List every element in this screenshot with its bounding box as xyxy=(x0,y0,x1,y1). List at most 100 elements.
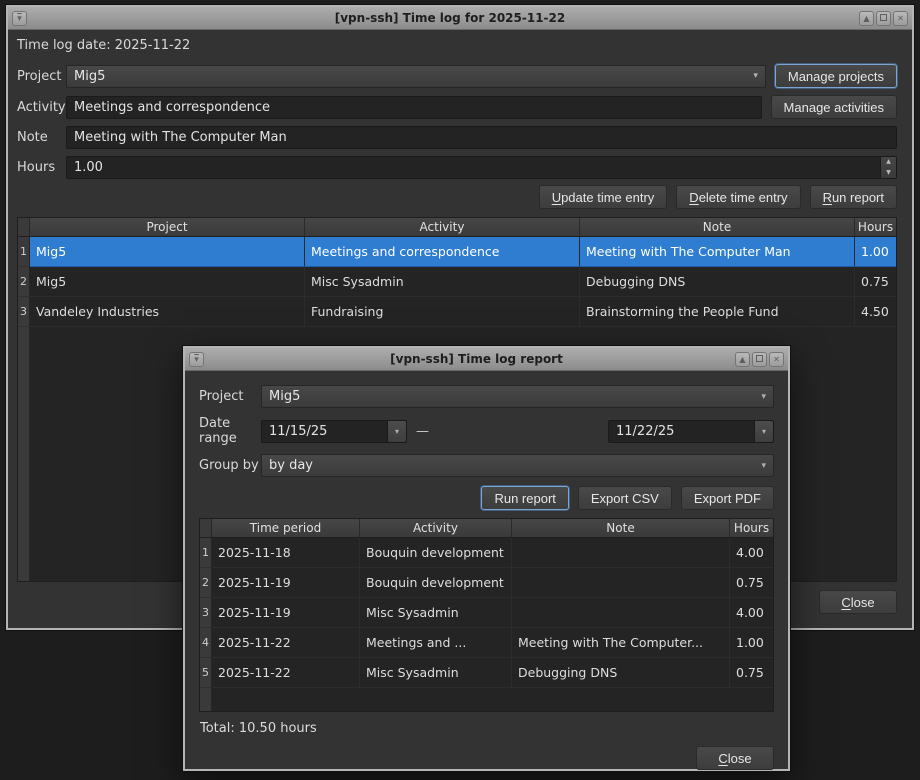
group-by-label: Group by xyxy=(199,458,261,473)
dialog-close-button[interactable]: Close xyxy=(696,746,774,770)
delete-time-entry-button[interactable]: Delete time entry xyxy=(676,185,800,209)
table-row[interactable]: 1 Mig5 Meetings and correspondence Meeti… xyxy=(18,237,896,267)
row-number: 4 xyxy=(200,628,212,658)
row-number: 5 xyxy=(200,658,212,688)
row-number: 2 xyxy=(18,267,30,297)
chevron-down-icon: ▾ xyxy=(753,71,758,81)
dialog-content: Project Mig5 ▾ Date range 11/15/25 ▾ — 1… xyxy=(185,371,788,780)
calendar-dropdown-icon[interactable]: ▾ xyxy=(387,421,406,442)
chevron-down-icon: ▾ xyxy=(761,392,766,402)
table-row[interactable]: 2 Mig5 Misc Sysadmin Debugging DNS 0.75 xyxy=(18,267,896,297)
hours-label: Hours xyxy=(17,160,66,175)
row-number: 3 xyxy=(18,297,30,327)
close-button[interactable]: Close xyxy=(819,590,897,614)
cell-activity: Misc Sysadmin xyxy=(360,658,512,688)
row-number: 3 xyxy=(200,598,212,628)
group-by-combobox[interactable]: by day ▾ xyxy=(261,454,774,477)
cell-note xyxy=(512,568,730,598)
row-number: 1 xyxy=(200,538,212,568)
spin-down-icon[interactable]: ▼ xyxy=(881,168,896,179)
project-combobox[interactable]: Mig5 ▾ xyxy=(66,65,766,88)
shade-icon[interactable]: ▲ xyxy=(859,11,874,26)
report-project-combobox[interactable]: Mig5 ▾ xyxy=(261,385,774,408)
table-row[interactable]: 3 2025-11-19 Misc Sysadmin 4.00 xyxy=(200,598,773,628)
cell-note: Debugging DNS xyxy=(580,267,855,297)
column-header-note[interactable]: Note xyxy=(580,218,855,236)
dialog-run-report-button[interactable]: Run report xyxy=(481,486,568,510)
total-hours-label: Total: 10.50 hours xyxy=(200,721,774,736)
cell-activity: Meetings and ... xyxy=(360,628,512,658)
cell-time-period: 2025-11-18 xyxy=(212,538,360,568)
column-header-note[interactable]: Note xyxy=(512,519,730,537)
update-time-entry-button[interactable]: Update time entry xyxy=(539,185,668,209)
cell-hours: 1.00 xyxy=(855,237,896,267)
table-row[interactable]: 5 2025-11-22 Misc Sysadmin Debugging DNS… xyxy=(200,658,773,688)
cell-activity: Bouquin development xyxy=(360,568,512,598)
dialog-title: [vpn-ssh] Time log report xyxy=(225,352,728,366)
date-range-separator: — xyxy=(416,424,429,439)
hours-stepper[interactable]: 1.00 ▲ ▼ xyxy=(66,156,897,179)
spinner-buttons[interactable]: ▲ ▼ xyxy=(880,157,896,178)
gutter-header xyxy=(200,519,212,537)
table-header[interactable]: Project Activity Note Hours xyxy=(18,218,896,237)
activity-label: Activity xyxy=(17,100,66,115)
cell-hours: 4.00 xyxy=(730,538,773,568)
table-row[interactable]: 3 Vandeley Industries Fundraising Brains… xyxy=(18,297,896,327)
column-header-activity[interactable]: Activity xyxy=(305,218,580,236)
column-header-hours[interactable]: Hours xyxy=(855,218,896,236)
cell-time-period: 2025-11-19 xyxy=(212,598,360,628)
maximize-icon[interactable] xyxy=(752,352,767,367)
cell-note: Meeting with The Computer Man xyxy=(580,237,855,267)
column-header-project[interactable]: Project xyxy=(30,218,305,236)
note-input[interactable]: Meeting with The Computer Man xyxy=(66,126,897,149)
cell-hours: 0.75 xyxy=(730,658,773,688)
report-dialog: ▾ [vpn-ssh] Time log report ▲ ✕ Project … xyxy=(183,346,790,771)
column-header-hours[interactable]: Hours xyxy=(730,519,773,537)
column-header-time-period[interactable]: Time period xyxy=(212,519,360,537)
report-table: Time period Activity Note Hours 1 2025-1… xyxy=(199,518,774,712)
window-menu-icon[interactable]: ▾ xyxy=(189,352,204,367)
column-header-activity[interactable]: Activity xyxy=(360,519,512,537)
cell-activity: Meetings and correspondence xyxy=(305,237,580,267)
dialog-titlebar[interactable]: ▾ [vpn-ssh] Time log report ▲ ✕ xyxy=(185,348,788,371)
window-menu-icon[interactable]: ▾ xyxy=(12,11,27,26)
table-row[interactable]: 2 2025-11-19 Bouquin development 0.75 xyxy=(200,568,773,598)
export-pdf-button[interactable]: Export PDF xyxy=(681,486,774,510)
row-number: 2 xyxy=(200,568,212,598)
table-row[interactable]: 4 2025-11-22 Meetings and ... Meeting wi… xyxy=(200,628,773,658)
cell-hours: 0.75 xyxy=(730,568,773,598)
cell-activity: Misc Sysadmin xyxy=(305,267,580,297)
main-titlebar[interactable]: ▾ [vpn-ssh] Time log for 2025-11-22 ▲ ✕ xyxy=(8,7,912,30)
cell-time-period: 2025-11-22 xyxy=(212,628,360,658)
shade-icon[interactable]: ▲ xyxy=(735,352,750,367)
activity-input[interactable]: Meetings and correspondence xyxy=(66,96,762,119)
cell-activity: Fundraising xyxy=(305,297,580,327)
cell-activity: Bouquin development xyxy=(360,538,512,568)
project-label: Project xyxy=(17,69,66,84)
cell-time-period: 2025-11-22 xyxy=(212,658,360,688)
maximize-icon[interactable] xyxy=(876,11,891,26)
cell-time-period: 2025-11-19 xyxy=(212,568,360,598)
spin-up-icon[interactable]: ▲ xyxy=(881,157,896,168)
manage-projects-button[interactable]: Manage projects xyxy=(775,64,897,88)
run-report-button[interactable]: Run report xyxy=(810,185,897,209)
cell-hours: 4.00 xyxy=(730,598,773,628)
cell-note xyxy=(512,598,730,628)
table-empty-area xyxy=(200,688,773,711)
date-range-label: Date range xyxy=(199,416,261,446)
cell-hours: 4.50 xyxy=(855,297,896,327)
close-icon[interactable]: ✕ xyxy=(769,352,784,367)
row-number: 1 xyxy=(18,237,30,267)
cell-project: Vandeley Industries xyxy=(30,297,305,327)
table-header[interactable]: Time period Activity Note Hours xyxy=(200,519,773,538)
note-label: Note xyxy=(17,130,66,145)
date-to-picker[interactable]: 11/22/25 ▾ xyxy=(608,420,774,443)
cell-project: Mig5 xyxy=(30,237,305,267)
date-from-picker[interactable]: 11/15/25 ▾ xyxy=(261,420,407,443)
export-csv-button[interactable]: Export CSV xyxy=(578,486,672,510)
close-icon[interactable]: ✕ xyxy=(893,11,908,26)
calendar-dropdown-icon[interactable]: ▾ xyxy=(754,421,773,442)
manage-activities-button[interactable]: Manage activities xyxy=(771,95,897,119)
table-row[interactable]: 1 2025-11-18 Bouquin development 4.00 xyxy=(200,538,773,568)
time-log-date-label: Time log date: 2025-11-22 xyxy=(17,38,190,53)
